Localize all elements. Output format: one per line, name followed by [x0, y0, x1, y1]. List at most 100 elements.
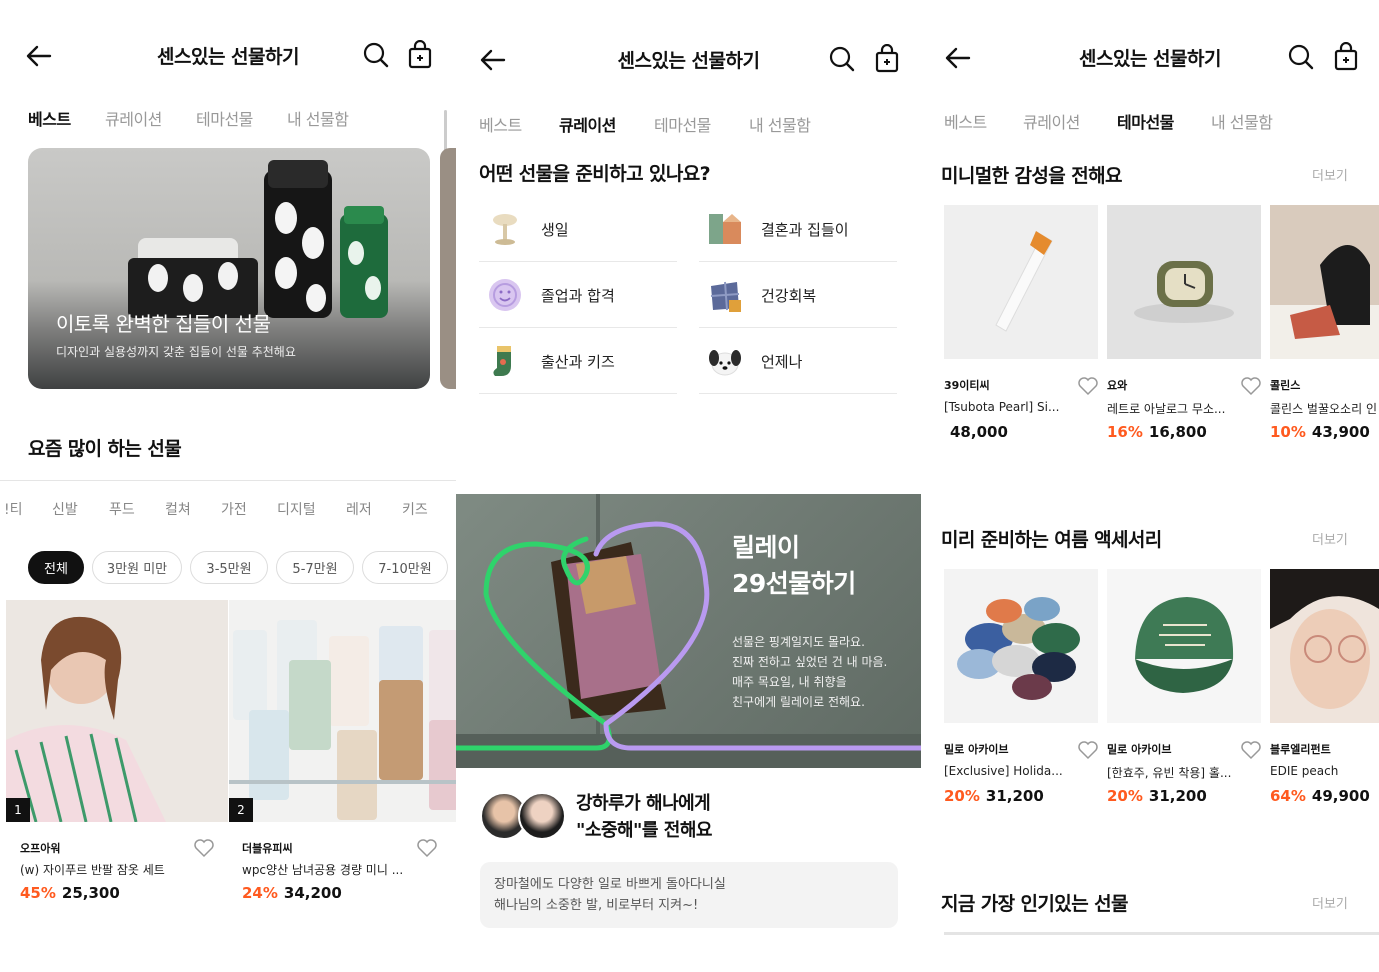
product-image[interactable]	[944, 205, 1098, 359]
product-image[interactable]	[1270, 205, 1379, 359]
price-chip[interactable]: 5-7만원	[276, 551, 354, 584]
price-value: 48,000	[950, 423, 1008, 441]
price-value: 31,200	[985, 787, 1044, 805]
product-brand: 블루엘리펀트	[1270, 743, 1331, 756]
discount-rate: 64%	[1270, 787, 1306, 805]
price-chip[interactable]: 3만원 미만	[92, 551, 182, 584]
relay-message-bubble: 장마철에도 다양한 일로 바쁘게 돌아다니실 해나님의 소중한 발, 비로부터 …	[480, 862, 898, 928]
shopping-bag-icon[interactable]	[1332, 42, 1360, 72]
product-name[interactable]: [Tsubota Pearl] Si...	[944, 400, 1082, 414]
category-tab[interactable]: 디지털	[277, 499, 316, 519]
category-tab[interactable]: 가전	[221, 499, 247, 519]
product-name[interactable]: EDIE peach	[1270, 764, 1379, 778]
banner-text-line: 선물은 핑계일지도 몰라요.	[732, 635, 865, 649]
category-tab[interactable]: 신발	[52, 499, 78, 519]
shopping-bag-icon[interactable]	[873, 44, 901, 74]
banner-text-line: 매주 목요일, 내 취향을	[732, 675, 847, 689]
rank-badge: 2	[229, 798, 253, 822]
search-icon[interactable]	[828, 44, 856, 74]
see-more-link[interactable]: 더보기	[1312, 165, 1348, 184]
product-price: 10% 43,900	[1270, 423, 1370, 441]
search-icon[interactable]	[1287, 42, 1315, 72]
tab-my-gift-box[interactable]: 내 선물함	[749, 112, 811, 136]
price-value: 43,900	[1311, 423, 1370, 441]
tab-best[interactable]: 베스트	[944, 109, 987, 133]
tab-my-gift-box[interactable]: 내 선물함	[1211, 109, 1273, 133]
discount-rate: 20%	[1107, 787, 1143, 805]
product-price: 20% 31,200	[944, 787, 1044, 805]
product-image[interactable]: 1	[6, 600, 228, 822]
hero-banner[interactable]: 이토록 완벽한 집들이 선물 디자인과 실용성까지 갖춘 집들이 선물 추천해요	[28, 148, 430, 389]
category-tab[interactable]: 레저	[346, 499, 372, 519]
banner-title: 릴레이 29선물하기	[732, 530, 856, 602]
next-row-images-peek	[944, 932, 1379, 935]
discount-rate: 45%	[20, 884, 56, 902]
avatar	[518, 792, 566, 840]
tab-bar: 베스트 큐레이션 테마선물 내 선물함	[0, 106, 456, 136]
heart-icon[interactable]	[416, 838, 438, 858]
occasion-item-kids[interactable]: 출산과 키즈	[479, 328, 677, 394]
relay-gift-banner[interactable]: 릴레이 29선물하기 선물은 핑계일지도 몰라요. 진짜 전하고 싶었던 건 내…	[456, 494, 921, 768]
product-brand: 39이티씨	[944, 379, 990, 392]
product-name[interactable]: 콜린스 벌꿀오소리 인	[1270, 400, 1379, 417]
app-header: 센스있는 선물하기	[0, 36, 456, 76]
product-image[interactable]	[1270, 569, 1379, 723]
product-name[interactable]: [Exclusive] Holida...	[944, 764, 1082, 778]
relay-message-line: 해나님의 소중한 발, 비로부터 지켜~!	[494, 898, 699, 913]
heart-icon[interactable]	[1077, 740, 1099, 760]
tab-best[interactable]: 베스트	[479, 112, 522, 136]
price-chip[interactable]: 3-5만원	[190, 551, 268, 584]
product-price: 64% 49,900	[1270, 787, 1370, 805]
best-screen: 센스있는 선물하기 베스트 큐레이션 테마선물 내 선물함 이토록 완벽한 집들…	[0, 0, 456, 972]
wrapped-gift-icon	[710, 281, 741, 312]
tab-theme-gift[interactable]: 테마선물	[654, 112, 711, 136]
heart-icon[interactable]	[1240, 740, 1262, 760]
category-tab[interactable]: 키즈	[402, 499, 428, 519]
category-tab[interactable]: 컬쳐	[165, 499, 191, 519]
product-name[interactable]: (w) 자이푸르 반팔 잠옷 세트	[20, 861, 200, 878]
heart-icon[interactable]	[193, 838, 215, 858]
product-image[interactable]: 2	[229, 600, 456, 822]
product-image[interactable]	[1107, 205, 1261, 359]
tab-theme-gift[interactable]: 테마선물	[196, 106, 253, 130]
tab-my-gift-box[interactable]: 내 선물함	[287, 106, 349, 130]
tab-curation[interactable]: 큐레이션	[105, 106, 162, 130]
tab-best[interactable]: 베스트	[28, 106, 71, 130]
price-value: 16,800	[1148, 423, 1207, 441]
green-cap-image	[1107, 569, 1261, 723]
see-more-link[interactable]: 더보기	[1312, 893, 1348, 912]
product-brand: 밀로 아카이브	[944, 743, 1009, 756]
product-image[interactable]	[944, 569, 1098, 723]
product-price: 24% 34,200	[242, 884, 342, 902]
occasion-item-recovery[interactable]: 건강회복	[699, 262, 897, 328]
occasion-label: 생일	[541, 221, 569, 239]
next-banner-peek[interactable]	[440, 148, 456, 389]
occasion-item-birthday[interactable]: 생일	[479, 196, 677, 262]
occasion-item-anytime[interactable]: 언제나	[699, 328, 897, 394]
analog-clock-image	[1107, 205, 1261, 359]
price-chip-all[interactable]: 전체	[28, 551, 84, 584]
relay-title-line: 강하루가 해나에게	[576, 793, 711, 814]
see-more-link[interactable]: 더보기	[1312, 529, 1348, 548]
shopping-bag-icon[interactable]	[406, 40, 434, 70]
tab-curation[interactable]: 큐레이션	[1023, 109, 1080, 133]
occasion-item-graduation[interactable]: 졸업과 합격	[479, 262, 677, 328]
occasion-item-wedding[interactable]: 결혼과 집들이	[699, 196, 897, 262]
search-icon[interactable]	[362, 40, 390, 70]
tab-curation[interactable]: 큐레이션	[559, 112, 616, 136]
tab-theme-gift[interactable]: 테마선물	[1117, 109, 1174, 133]
product-name[interactable]: wpc양산 남녀공용 경량 미니 ...	[242, 861, 422, 878]
heart-icon[interactable]	[1240, 376, 1262, 396]
incense-holder-image	[1270, 205, 1379, 359]
relay-title: 강하루가 해나에게 "소중해"를 전해요	[576, 790, 712, 844]
price-chip[interactable]: 7-10만원	[362, 551, 448, 584]
category-tab[interactable]: 푸드	[109, 499, 135, 519]
product-name[interactable]: [한효주, 유빈 착용] 홀...	[1107, 764, 1245, 781]
product-name[interactable]: 레트로 아날로그 무소...	[1107, 400, 1245, 417]
category-tab[interactable]: !티	[4, 499, 23, 519]
curation-question: 어떤 선물을 준비하고 있나요?	[479, 163, 711, 185]
discount-rate: 20%	[944, 787, 980, 805]
product-image[interactable]	[1107, 569, 1261, 723]
heart-icon[interactable]	[1077, 376, 1099, 396]
product-brand: 요와	[1107, 379, 1128, 392]
